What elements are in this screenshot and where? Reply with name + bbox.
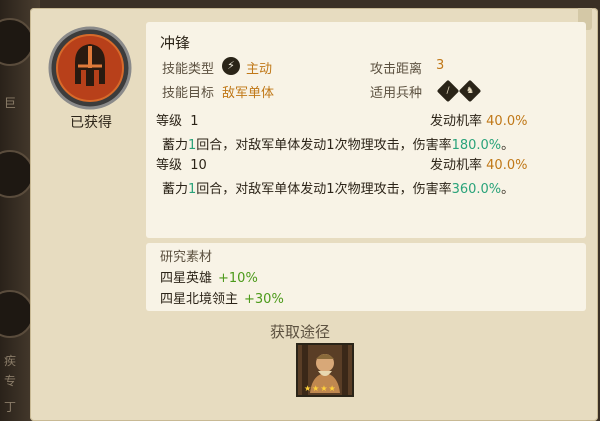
spear-troop-icon: / — [436, 79, 460, 103]
skill-type-value: 主动 — [246, 62, 273, 77]
range-label: 攻击距离 — [370, 62, 423, 77]
background-text: 丁 — [4, 400, 17, 414]
hero-portrait-card[interactable]: ★★★★ — [296, 343, 354, 397]
background-text: 专 — [4, 374, 17, 388]
hero-star-rating: ★★★★ — [304, 384, 337, 393]
skill-info-box: 冲锋 技能类型 ⚡ 主动 攻击距离 3 技能目标 敌军单体 适用兵种 / ♞ 等… — [146, 22, 586, 238]
background-hero-avatar — [0, 150, 34, 198]
troop-type-label: 适用兵种 — [370, 86, 423, 101]
acquire-path-title: 获取途径 — [269, 323, 330, 341]
skill-type-label: 技能类型 — [162, 62, 215, 77]
level-10-trigger-rate: 发动机率 40.0% — [430, 158, 528, 173]
skill-name: 冲锋 — [160, 34, 191, 52]
research-materials-box: 研究素材 四星英雄 +10% 四星北境领主 +30% — [146, 243, 586, 311]
research-title: 研究素材 — [160, 250, 213, 265]
level-1-label: 等级 1 — [156, 114, 199, 129]
range-value: 3 — [436, 58, 445, 73]
helmet-skill-icon — [48, 26, 132, 110]
research-material-item: 四星北境领主 +30% — [160, 292, 284, 307]
background-text: 巨 — [4, 96, 17, 110]
skill-target-value: 敌军单体 — [222, 86, 275, 101]
cavalry-troop-icon: ♞ — [458, 79, 482, 103]
research-material-item: 四星英雄 +10% — [160, 271, 258, 286]
skill-target-label: 技能目标 — [162, 86, 215, 101]
active-skill-icon: ⚡ — [222, 57, 240, 75]
acquired-status: 已获得 — [70, 115, 112, 131]
background-text: 疾 — [4, 354, 17, 368]
level-10-label: 等级 10 — [156, 158, 207, 173]
background-hero-avatar — [0, 18, 34, 66]
level-10-description: 蓄力1回合，对敌军单体发动1次物理攻击，伤害率360.0%。 — [162, 182, 515, 197]
level-1-description: 蓄力1回合，对敌军单体发动1次物理攻击，伤害率180.0%。 — [162, 138, 515, 153]
level-1-trigger-rate: 发动机率 40.0% — [430, 114, 528, 129]
